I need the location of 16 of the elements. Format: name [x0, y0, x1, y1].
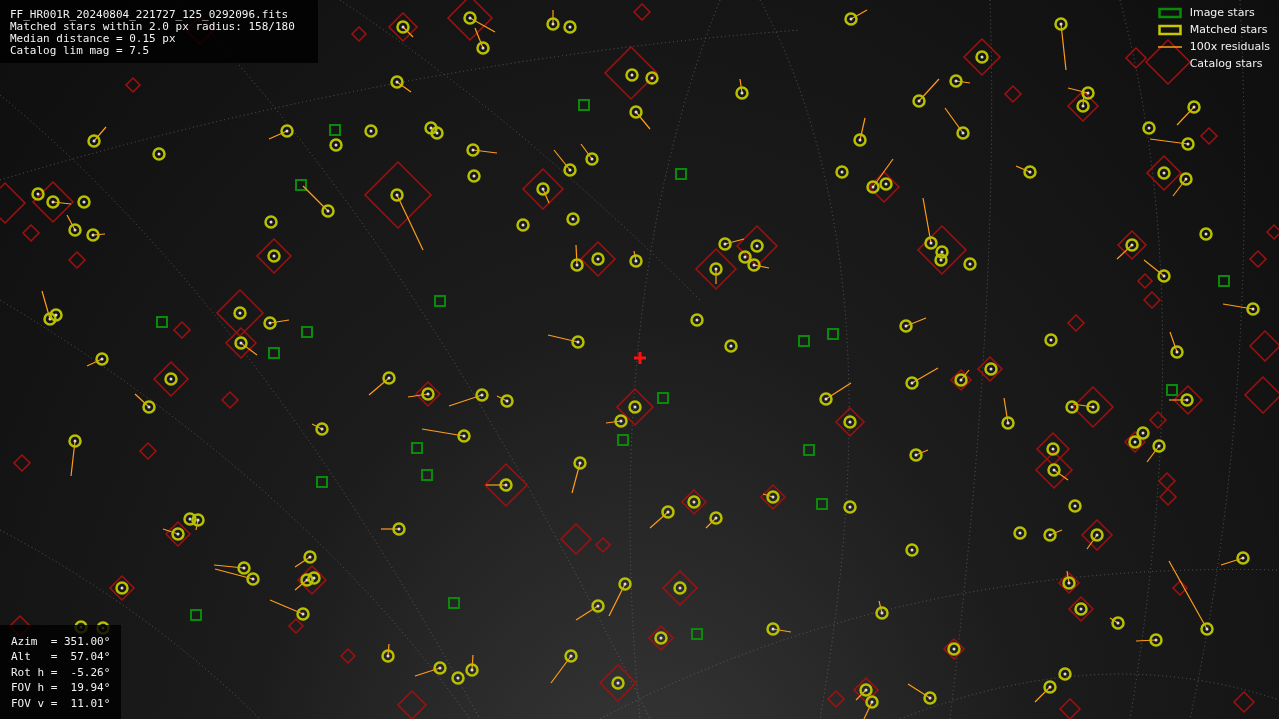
pointing-text: Azim = 351.00° — [11, 633, 111, 649]
info-text: FF_HR001R_20240804_221727_125_0292096.fits — [10, 9, 290, 21]
square-swatch-icon — [1157, 6, 1182, 19]
legend-label: Catalog stars — [1189, 57, 1263, 70]
crosshair-icon — [634, 352, 646, 364]
square-swatch-icon — [1157, 23, 1182, 36]
pointing-text: FOV v = 11.01° — [11, 695, 111, 711]
pointing-text: FOV h = 19.94° — [11, 680, 111, 696]
info-text: Matched stars within 2.0 px radius: 158/180 — [10, 21, 296, 33]
pointing-text: Alt = 57.04° — [11, 649, 111, 665]
info-text: Median distance = 0.15 px — [10, 33, 177, 45]
info-text: Catalog lim mag = 7.5 — [10, 45, 151, 57]
legend-label: Matched stars — [1189, 23, 1268, 36]
pointing-text: Rot h = -5.26° — [11, 664, 111, 680]
legend-label: 100x residuals — [1189, 40, 1270, 53]
legend-label: Image stars — [1189, 6, 1255, 19]
